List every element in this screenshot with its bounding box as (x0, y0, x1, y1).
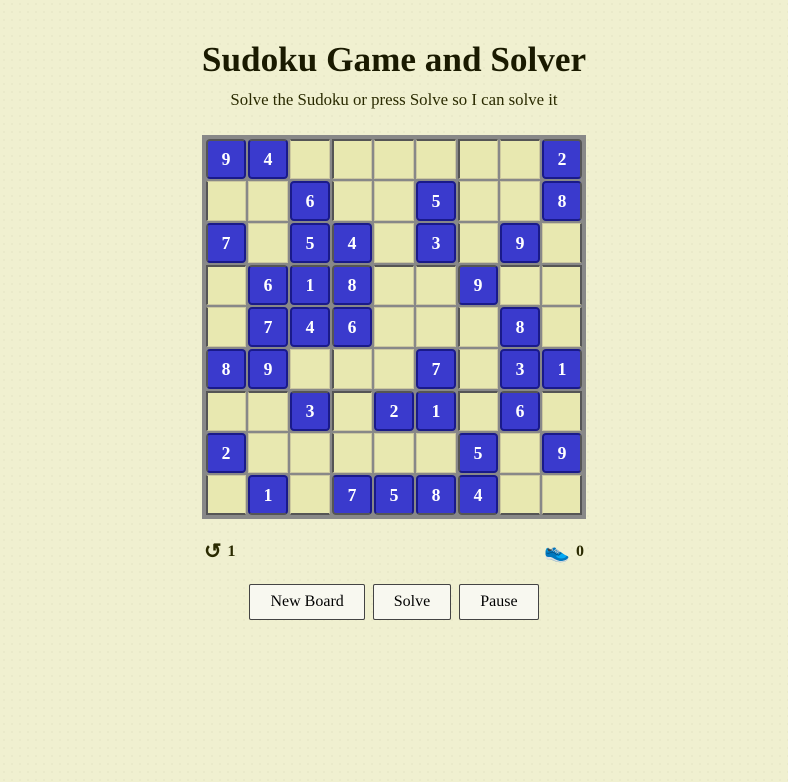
subtitle: Solve the Sudoku or press Solve so I can… (230, 90, 557, 110)
cell-4-5[interactable] (416, 307, 456, 347)
cell-5-2[interactable] (290, 349, 330, 389)
cell-8-6: 4 (458, 475, 498, 515)
cell-7-3[interactable] (332, 433, 372, 473)
cell-7-6: 5 (458, 433, 498, 473)
cell-1-5: 5 (416, 181, 456, 221)
solve-button[interactable]: Solve (373, 584, 451, 620)
cell-0-0: 9 (206, 139, 246, 179)
cell-3-7[interactable] (500, 265, 540, 305)
cell-4-4[interactable] (374, 307, 414, 347)
cell-0-4[interactable] (374, 139, 414, 179)
cell-2-2: 5 (290, 223, 330, 263)
undo-group: ↺ 1 (204, 539, 235, 564)
sudoku-wrapper: 942658754396189746889731321625917584 ↺ 1… (202, 135, 586, 620)
cell-5-1: 9 (248, 349, 288, 389)
cell-2-1[interactable] (248, 223, 288, 263)
cell-3-4[interactable] (374, 265, 414, 305)
cell-2-5: 3 (416, 223, 456, 263)
controls-row: ↺ 1 👟 0 (204, 539, 584, 564)
cell-2-4[interactable] (374, 223, 414, 263)
cell-2-6[interactable] (458, 223, 498, 263)
cell-1-8: 8 (542, 181, 582, 221)
cell-6-7: 6 (500, 391, 540, 431)
cell-3-1: 6 (248, 265, 288, 305)
cell-3-5[interactable] (416, 265, 456, 305)
cell-6-6[interactable] (458, 391, 498, 431)
cell-1-2: 6 (290, 181, 330, 221)
cell-0-6[interactable] (458, 139, 498, 179)
cell-5-7: 3 (500, 349, 540, 389)
cell-7-1[interactable] (248, 433, 288, 473)
cell-3-6: 9 (458, 265, 498, 305)
cell-4-2: 4 (290, 307, 330, 347)
cell-7-4[interactable] (374, 433, 414, 473)
pause-button[interactable]: Pause (459, 584, 538, 620)
cell-3-8[interactable] (542, 265, 582, 305)
cell-0-7[interactable] (500, 139, 540, 179)
cell-5-8: 1 (542, 349, 582, 389)
cell-6-2: 3 (290, 391, 330, 431)
cell-6-0[interactable] (206, 391, 246, 431)
cell-7-5[interactable] (416, 433, 456, 473)
cell-0-2[interactable] (290, 139, 330, 179)
cell-2-8[interactable] (542, 223, 582, 263)
cell-4-6[interactable] (458, 307, 498, 347)
cell-0-1: 4 (248, 139, 288, 179)
cell-1-3[interactable] (332, 181, 372, 221)
cell-5-6[interactable] (458, 349, 498, 389)
cell-8-5: 8 (416, 475, 456, 515)
new-board-button[interactable]: New Board (249, 584, 364, 620)
cell-1-0[interactable] (206, 181, 246, 221)
score-icon: 👟 (544, 540, 570, 564)
cell-4-3: 6 (332, 307, 372, 347)
buttons-row: New Board Solve Pause (249, 584, 538, 620)
cell-4-1: 7 (248, 307, 288, 347)
cell-5-5: 7 (416, 349, 456, 389)
cell-1-1[interactable] (248, 181, 288, 221)
cell-8-1: 1 (248, 475, 288, 515)
cell-6-8[interactable] (542, 391, 582, 431)
undo-count: 1 (227, 543, 235, 561)
cell-8-3: 7 (332, 475, 372, 515)
cell-0-8: 2 (542, 139, 582, 179)
cell-5-4[interactable] (374, 349, 414, 389)
cell-8-2[interactable] (290, 475, 330, 515)
cell-5-0: 8 (206, 349, 246, 389)
undo-icon: ↺ (204, 539, 221, 564)
page-title: Sudoku Game and Solver (202, 40, 586, 80)
cell-7-8: 9 (542, 433, 582, 473)
cell-2-3: 4 (332, 223, 372, 263)
cell-8-4: 5 (374, 475, 414, 515)
cell-6-3[interactable] (332, 391, 372, 431)
cell-6-5: 1 (416, 391, 456, 431)
cell-4-7: 8 (500, 307, 540, 347)
cell-0-3[interactable] (332, 139, 372, 179)
cell-5-3[interactable] (332, 349, 372, 389)
cell-3-2: 1 (290, 265, 330, 305)
cell-8-7[interactable] (500, 475, 540, 515)
cell-6-4: 2 (374, 391, 414, 431)
sudoku-grid: 942658754396189746889731321625917584 (202, 135, 586, 519)
cell-3-0[interactable] (206, 265, 246, 305)
cell-2-7: 9 (500, 223, 540, 263)
cell-6-1[interactable] (248, 391, 288, 431)
cell-4-8[interactable] (542, 307, 582, 347)
score-group: 👟 0 (544, 540, 584, 564)
cell-3-3: 8 (332, 265, 372, 305)
score-value: 0 (576, 543, 584, 561)
cell-1-7[interactable] (500, 181, 540, 221)
cell-1-6[interactable] (458, 181, 498, 221)
cell-4-0[interactable] (206, 307, 246, 347)
cell-7-7[interactable] (500, 433, 540, 473)
cell-1-4[interactable] (374, 181, 414, 221)
cell-7-2[interactable] (290, 433, 330, 473)
cell-0-5[interactable] (416, 139, 456, 179)
cell-8-0[interactable] (206, 475, 246, 515)
cell-8-8[interactable] (542, 475, 582, 515)
cell-2-0: 7 (206, 223, 246, 263)
cell-7-0: 2 (206, 433, 246, 473)
